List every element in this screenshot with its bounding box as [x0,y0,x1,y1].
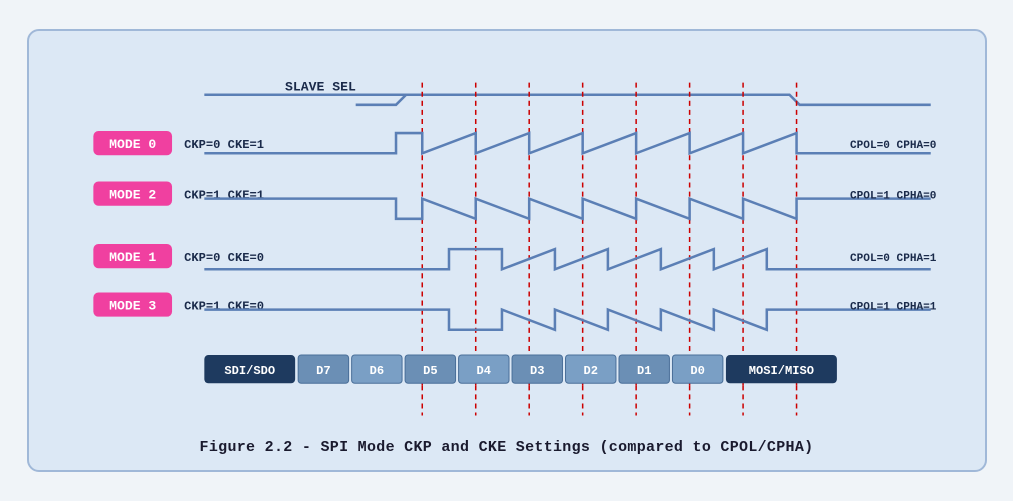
mode1-label: MODE 1 [109,250,156,265]
mode2-cpol: CPOL=1 CPHA=0 [850,191,937,203]
d7-label: D7 [316,364,331,378]
mode3-settings: CKP=1 CKE=0 [184,300,264,314]
mode2-settings: CKP=1 CKE=1 [184,189,264,203]
diagram-container: SLAVE SEL MODE 0 CKP=0 CKE=1 [27,29,987,472]
slave-sel-label: SLAVE SEL [285,80,356,95]
d1-label: D1 [636,364,651,378]
mode1-cpol: CPOL=0 CPHA=1 [850,253,937,265]
mosi-miso-label: MOSI/MISO [748,364,813,378]
mode3-label: MODE 3 [109,299,156,314]
diagram: SLAVE SEL MODE 0 CKP=0 CKE=1 [53,49,961,429]
figure-caption: Figure 2.2 - SPI Mode CKP and CKE Settin… [53,439,961,456]
mode0-settings: CKP=0 CKE=1 [184,138,264,152]
d5-label: D5 [423,364,438,378]
mode2-label: MODE 2 [109,188,156,203]
d0-label: D0 [690,364,705,378]
d4-label: D4 [476,364,491,378]
mode0-cpol: CPOL=0 CPHA=0 [850,140,937,152]
mode3-cpol: CPOL=1 CPHA=1 [850,302,937,314]
d2-label: D2 [583,364,598,378]
mode1-settings: CKP=0 CKE=0 [184,251,264,265]
sdi-sdo-label: SDI/SDO [224,364,275,378]
d6-label: D6 [369,364,384,378]
d3-label: D3 [530,364,545,378]
mode0-label: MODE 0 [109,137,156,152]
